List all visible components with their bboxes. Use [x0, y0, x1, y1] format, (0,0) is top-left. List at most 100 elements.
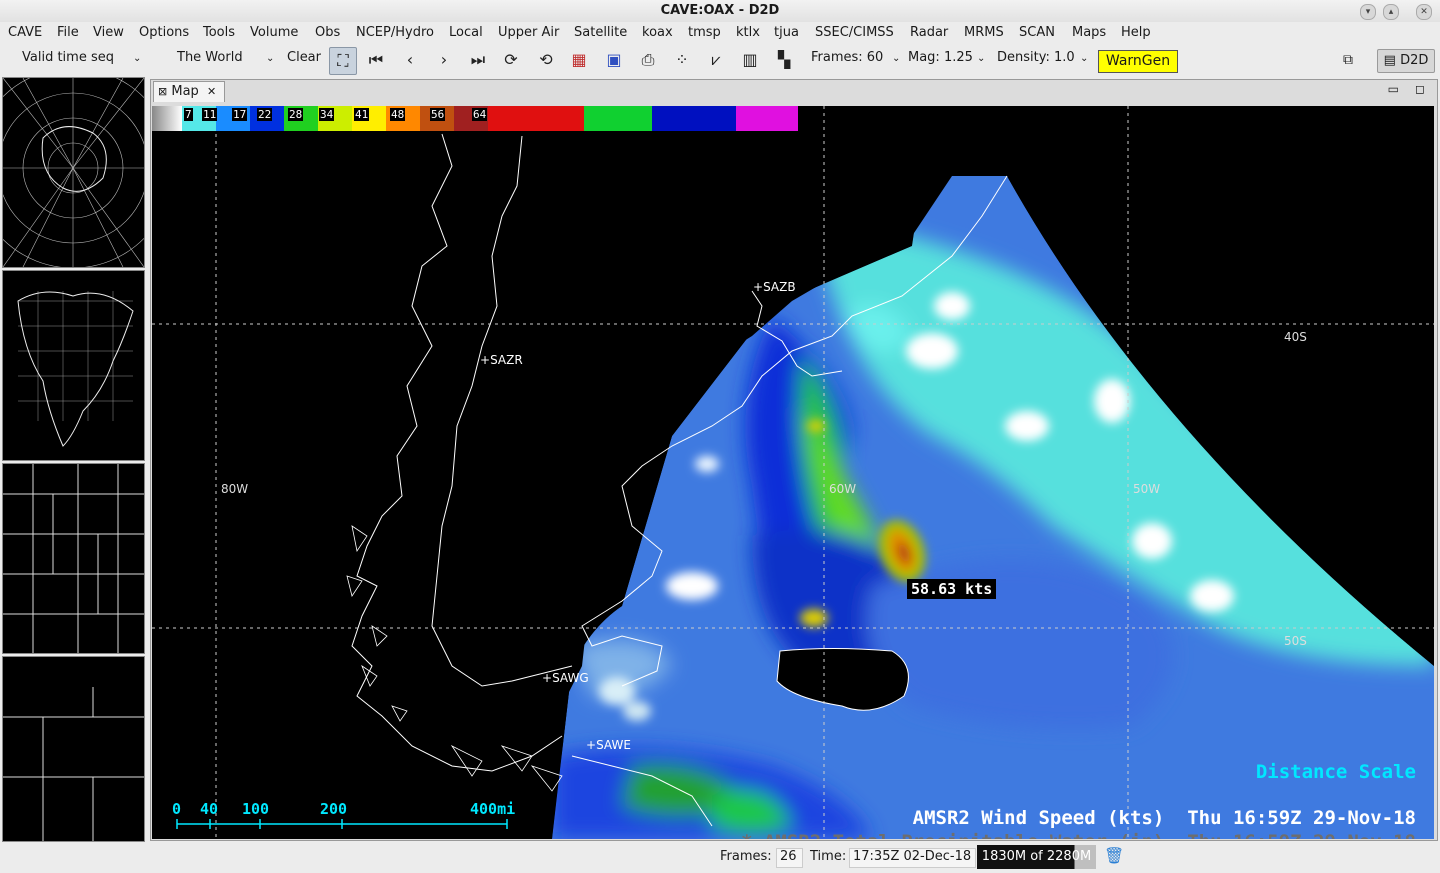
scale-tick-label: 100: [242, 800, 270, 818]
menu-maps[interactable]: Maps: [1072, 25, 1106, 40]
color-swatch-gray: [152, 106, 182, 131]
station-marker: +SAZB: [753, 280, 796, 294]
minimize-view-icon[interactable]: ▭: [1388, 82, 1399, 96]
states-map-thumbnail: [3, 464, 144, 653]
menu-options[interactable]: Options: [139, 25, 189, 40]
menu-tools[interactable]: Tools: [203, 25, 235, 40]
menu-view[interactable]: View: [93, 25, 124, 40]
warngen-button[interactable]: WarnGen: [1098, 50, 1178, 73]
colorbar-label: 28: [288, 108, 304, 121]
scale-bar: [176, 819, 508, 829]
menu-scan[interactable]: SCAN: [1019, 25, 1055, 40]
chevron-down-icon[interactable]: ⌄: [1080, 53, 1088, 64]
menu-upper-air[interactable]: Upper Air: [498, 25, 559, 40]
menu-help[interactable]: Help: [1121, 25, 1151, 40]
color-table-icon[interactable]: ▦: [568, 49, 590, 71]
next-frame-icon[interactable]: ›: [433, 49, 455, 71]
side-pane-conus-states[interactable]: [2, 463, 145, 654]
first-frame-icon[interactable]: ⏮: [365, 49, 387, 71]
auto-update-icon[interactable]: ⟲: [535, 49, 557, 71]
mag-select[interactable]: Mag: 1.25: [908, 50, 973, 65]
time-value: 17:35Z 02-Dec-18: [849, 848, 976, 868]
frames-select[interactable]: Frames: 60: [811, 50, 883, 65]
panel-layout-icon[interactable]: ▥: [739, 49, 761, 71]
lon-label: 50W: [1133, 482, 1161, 496]
time-mode-select[interactable]: Valid time seq: [22, 50, 114, 65]
print-icon[interactable]: ⎙: [637, 49, 659, 71]
chevron-down-icon[interactable]: ⌄: [977, 53, 985, 64]
minimize-icon[interactable]: ▾: [1360, 4, 1376, 20]
colorbar-label: 34: [319, 108, 335, 121]
colorbar-label: 22: [257, 108, 273, 121]
menu-mrms[interactable]: MRMS: [964, 25, 1004, 40]
satellite-imagery: [152, 106, 1434, 839]
close-tab-icon[interactable]: ✕: [207, 85, 216, 98]
side-pane-regional[interactable]: [2, 656, 145, 842]
menu-tjua[interactable]: tjua: [774, 25, 799, 40]
lon-label: 60W: [829, 482, 857, 496]
map-tab-label: Map: [171, 84, 199, 99]
menu-obs[interactable]: Obs: [315, 25, 340, 40]
open-perspective-icon[interactable]: ⧉: [1337, 49, 1359, 71]
menu-koax[interactable]: koax: [642, 25, 673, 40]
four-panel-icon[interactable]: ▚: [773, 49, 795, 71]
d2d-perspective-button[interactable]: ▤ D2D: [1377, 49, 1435, 73]
color-swatch-red: [488, 106, 584, 131]
color-swatch-navy: [652, 106, 736, 131]
close-icon[interactable]: ✕: [1416, 4, 1432, 20]
station-marker: +SAWG: [542, 671, 589, 685]
menu-volume[interactable]: Volume: [250, 25, 298, 40]
hemisphere-map-thumbnail: [0, 67, 174, 269]
menu-file[interactable]: File: [57, 25, 79, 40]
menu-tmsp[interactable]: tmsp: [688, 25, 721, 40]
menu-ssec-cimss[interactable]: SSEC/CIMSS: [815, 25, 894, 40]
side-pane-north-america[interactable]: [2, 270, 145, 461]
lat-label: 40S: [1284, 330, 1307, 344]
status-bar: Frames: 26 Time: 17:35Z 02-Dec-18 1830M …: [0, 845, 1440, 873]
scale-tick-label: 400mi: [470, 800, 516, 818]
d2d-label: D2D: [1400, 53, 1429, 68]
regional-map-thumbnail: [3, 687, 144, 841]
color-swatch-brightgreen: [584, 106, 652, 131]
menu-satellite[interactable]: Satellite: [574, 25, 627, 40]
lon-label: 80W: [221, 482, 249, 496]
menu-ktlx[interactable]: ktlx: [736, 25, 760, 40]
maximize-view-icon[interactable]: ◻: [1415, 82, 1425, 96]
last-frame-icon[interactable]: ⏭: [467, 49, 489, 71]
toolbar: Valid time seq ⌄ The World ⌄ Clear ⛶ ⏮ ‹…: [0, 45, 1440, 75]
scale-tick-label: 0: [172, 800, 182, 818]
chevron-down-icon[interactable]: ⌄: [892, 53, 900, 64]
memory-usage: 1830M of 2280M: [977, 845, 1096, 869]
scale-select[interactable]: The World: [177, 50, 243, 65]
baselines-icon[interactable]: ⩗: [705, 49, 727, 71]
colorbar-label: 56: [430, 108, 446, 121]
image-combine-icon[interactable]: ▣: [603, 49, 625, 71]
menu-radar[interactable]: Radar: [910, 25, 948, 40]
colorbar-label: 64: [472, 108, 488, 121]
points-icon[interactable]: ⁘: [671, 49, 693, 71]
d2d-icon: ▤: [1383, 53, 1401, 68]
loop-icon[interactable]: ⟳: [500, 49, 522, 71]
trash-icon[interactable]: 🗑: [1104, 846, 1124, 865]
menu-local[interactable]: Local: [449, 25, 483, 40]
scale-tick-label: 200: [320, 800, 348, 818]
chevron-down-icon[interactable]: ⌄: [266, 53, 274, 64]
station-label: SAZR: [490, 353, 523, 367]
distance-scale-legend[interactable]: Distance Scale: [1256, 761, 1416, 783]
legend-entry[interactable]: * AMSR2 Total Precipitable Water (in) Th…: [695, 809, 1416, 839]
clear-button[interactable]: Clear: [287, 50, 321, 65]
legend-name: * AMSR2 Total Precipitable Water (in): [741, 831, 1164, 839]
zoom-extent-icon[interactable]: ⛶: [329, 47, 357, 75]
menu-ncep-hydro[interactable]: NCEP/Hydro: [356, 25, 434, 40]
map-tab[interactable]: ⊠ Map ✕: [153, 81, 225, 102]
density-select[interactable]: Density: 1.0: [997, 50, 1075, 65]
menu-cave[interactable]: CAVE: [8, 25, 42, 40]
colorbar-label: 41: [354, 108, 370, 121]
maximize-icon[interactable]: ▴: [1383, 4, 1399, 20]
previous-frame-icon[interactable]: ‹: [399, 49, 421, 71]
lat-label: 50S: [1284, 634, 1307, 648]
map-canvas[interactable]: 7 11 17 22 28 34 41 48 56 64 +SAZB +SAZR…: [152, 106, 1434, 839]
chevron-down-icon[interactable]: ⌄: [133, 53, 141, 64]
colorbar-label: 17: [232, 108, 248, 121]
side-pane-hemisphere[interactable]: [0, 67, 174, 269]
